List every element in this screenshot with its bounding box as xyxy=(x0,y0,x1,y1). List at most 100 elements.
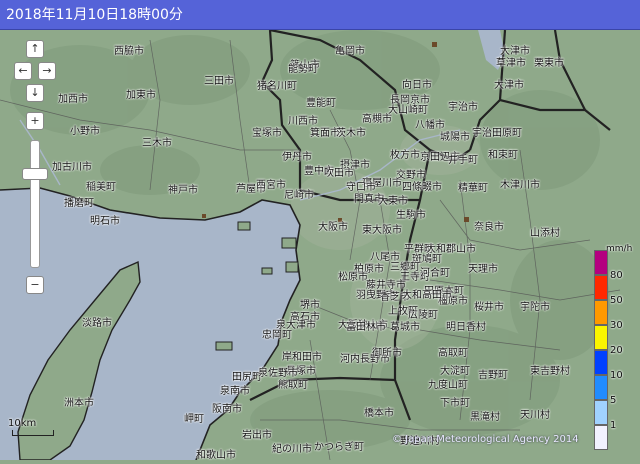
legend-swatch xyxy=(594,400,608,425)
scale-label: 10km xyxy=(8,418,37,429)
city-label-akashi: 明石市 xyxy=(90,216,120,227)
city-label-kobe: 神戸市 xyxy=(168,185,198,196)
city-label-asuka: 明日香村 xyxy=(446,322,486,333)
legend-label: 10 xyxy=(610,370,623,381)
city-label-settsu: 摂津市 xyxy=(340,160,370,171)
scale-bar: 10km xyxy=(8,418,54,436)
city-label-seika: 精華町 xyxy=(458,183,488,194)
pan-right-button[interactable]: → xyxy=(38,62,56,80)
city-label-izumisano: 泉佐野市 xyxy=(258,368,298,379)
city-label-kurotaki: 黒滝村 xyxy=(470,412,500,423)
city-label-ide: 井手町 xyxy=(448,155,478,166)
city-label-misaki: 岬町 xyxy=(184,414,204,425)
city-label-kizugawa: 木津川市 xyxy=(500,180,540,191)
city-label-otsu-kita: 大津市 xyxy=(500,46,530,57)
zoom-slider-handle[interactable] xyxy=(22,168,48,180)
city-label-uji: 宇治市 xyxy=(448,102,478,113)
city-label-yamazoe: 山添村 xyxy=(530,228,560,239)
city-label-tadaoka: 忠岡町 xyxy=(262,330,292,341)
city-label-sakurai: 桜井市 xyxy=(474,302,504,313)
legend-label: 80 xyxy=(610,270,623,281)
legend-label: 30 xyxy=(610,320,623,331)
legend-swatch xyxy=(594,275,608,300)
city-label-joyo: 城陽市 xyxy=(440,132,470,143)
city-label-ono: 小野市 xyxy=(70,126,100,137)
city-label-nose: 能勢町 xyxy=(288,64,318,75)
city-label-kato: 加西市 xyxy=(58,94,88,105)
city-label-hannan: 阪南市 xyxy=(212,404,242,415)
city-label-miki: 三木市 xyxy=(142,138,172,149)
city-label-matsubara: 松原市 xyxy=(338,272,368,283)
legend-swatch xyxy=(594,250,608,275)
legend-swatch xyxy=(594,350,608,375)
city-label-sanda: 三田市 xyxy=(204,76,234,87)
radar-map[interactable]: 西脇市 篠山市 亀岡市 大津市 加西市 加東市 三田市 猪名川町 能勢町 向日市 長岡京市 宇治市 草津… xyxy=(0,0,640,461)
city-label-shimoichi: 下市町 xyxy=(440,398,470,409)
city-label-yawata: 八幡市 xyxy=(415,120,445,131)
legend-swatch xyxy=(594,375,608,400)
city-label-hirakata: 枚方市 xyxy=(390,150,420,161)
city-label-wakayama: 和歌山市 xyxy=(196,450,236,461)
city-label-kudoyama: 九度山町 xyxy=(428,380,468,391)
city-label-osaka: 大阪市 xyxy=(318,222,348,233)
pan-down-button[interactable]: ↓ xyxy=(26,84,44,102)
city-label-ikoma: 生駒市 xyxy=(396,210,426,221)
city-label-nishiwaki: 西脇市 xyxy=(114,46,144,57)
city-label-gose: 御所市 xyxy=(372,348,402,359)
city-label-mukou: 向日市 xyxy=(402,80,432,91)
city-label-daito: 大東市 xyxy=(378,196,408,207)
city-label-tenri: 天理市 xyxy=(468,264,498,275)
city-label-nishinomiya: 西宮市 xyxy=(256,180,286,191)
scale-bar-line xyxy=(12,430,54,436)
zoom-out-button[interactable]: − xyxy=(26,276,44,294)
pan-left-button[interactable]: ← xyxy=(14,62,32,80)
city-label-ritto: 栗東市 xyxy=(534,58,564,69)
city-label-ibaraki: 茨木市 xyxy=(336,128,366,139)
datetime-header: 2018年11月10日18時00分 xyxy=(0,0,640,30)
city-label-wazuka: 和束町 xyxy=(488,150,518,161)
city-label-itami: 伊丹市 xyxy=(282,152,312,163)
city-label-shijonawate: 四條畷市 xyxy=(402,182,442,193)
city-label-kawai: 河合町 xyxy=(420,268,450,279)
city-label-toyono: 豊能町 xyxy=(306,98,336,109)
city-label-iwade: 岩出市 xyxy=(242,430,272,441)
city-label-amagasaki: 尼崎市 xyxy=(284,190,314,201)
city-label-takarazuka: 宝塚市 xyxy=(252,128,282,139)
city-label-tondabayashi: 富田林市 xyxy=(346,322,386,333)
city-label-katsuragi2: かつらぎ町 xyxy=(314,442,364,453)
city-label-higashiyoshino: 東吉野村 xyxy=(530,366,570,377)
legend-label: 50 xyxy=(610,295,623,306)
city-label-takatori: 高取町 xyxy=(438,348,468,359)
pan-up-button[interactable]: ↑ xyxy=(26,40,44,58)
city-label-sumoto: 洲本市 xyxy=(64,398,94,409)
city-label-hashimoto: 橋本市 xyxy=(364,408,394,419)
city-label-kishiwada: 岸和田市 xyxy=(282,352,322,363)
city-label-kusatsu: 草津市 xyxy=(496,58,526,69)
city-label-inami: 稲美町 xyxy=(86,182,116,193)
copyright-credit: © Japan Meteorological Agency 2014 xyxy=(392,434,579,445)
city-label-inagawa: 猪名川町 xyxy=(257,81,297,92)
legend-swatch xyxy=(594,325,608,350)
city-label-katsuragi: 葛城市 xyxy=(390,322,420,333)
city-label-harima: 播磨町 xyxy=(64,198,94,209)
city-label-nara: 奈良市 xyxy=(474,222,504,233)
zoom-slider[interactable] xyxy=(30,140,40,268)
zoom-in-button[interactable]: + xyxy=(26,112,44,130)
legend-label: 5 xyxy=(610,395,617,406)
legend-swatch xyxy=(594,425,608,450)
city-label-tenkawa: 天川村 xyxy=(520,410,550,421)
city-label-kameoka: 亀岡市 xyxy=(335,46,365,57)
city-label-katano: 交野市 xyxy=(396,170,426,181)
legend-unit: mm/h xyxy=(606,244,633,254)
city-label-yoshino: 吉野町 xyxy=(478,370,508,381)
city-label-moriguchi: 守口市 xyxy=(346,182,376,193)
city-label-otsu: 大津市 xyxy=(494,80,524,91)
city-label-sakai: 堺市 xyxy=(300,300,320,311)
city-label-oyamazaki: 大山崎町 xyxy=(388,105,428,116)
city-label-uda: 宇陀市 xyxy=(520,302,550,313)
city-label-kakogawa: 加古川市 xyxy=(52,162,92,173)
legend-swatch xyxy=(594,300,608,325)
city-label-kinokawa: 紀の川市 xyxy=(272,444,312,455)
city-label-sennan: 泉南市 xyxy=(220,386,250,397)
city-label-awaji: 淡路市 xyxy=(82,318,112,329)
